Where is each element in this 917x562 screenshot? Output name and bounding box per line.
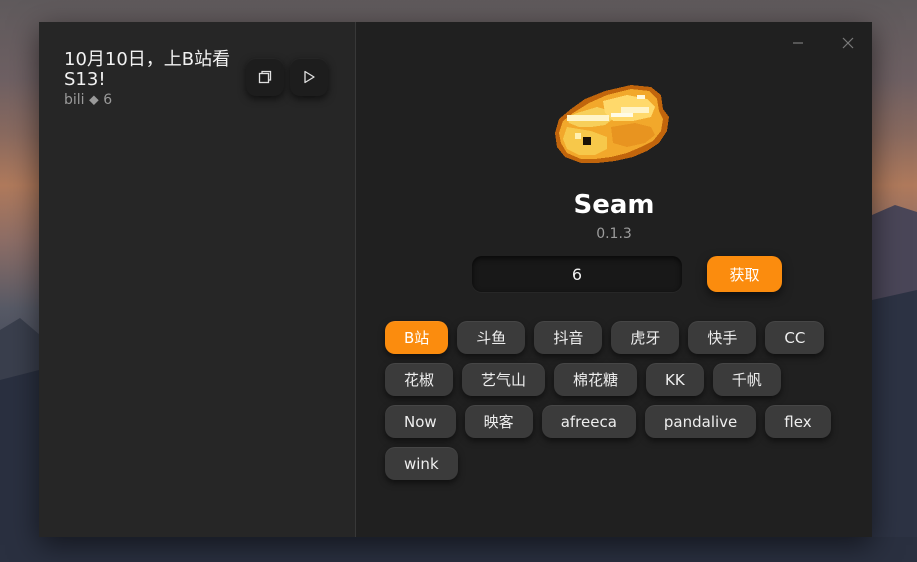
- app-name: Seam: [573, 190, 655, 220]
- gold-ingot-logo: [555, 85, 669, 163]
- platform-selector: B站 斗鱼 抖音 虎牙 快手 CC 花椒 艺气山 棉花糖 KK 千帆 Now 映客 afreeca pand…: [385, 321, 845, 480]
- platform-chip[interactable]: 斗鱼: [457, 321, 526, 354]
- fetch-button[interactable]: 获取: [707, 256, 782, 292]
- platform-chip[interactable]: flex: [765, 405, 831, 438]
- sidebar: 10月10日，上B站看S13! bili ⬥ 6: [39, 22, 356, 537]
- platform-chip[interactable]: 快手: [688, 321, 757, 354]
- app-window: 10月10日，上B站看S13! bili ⬥ 6 Seam 0.1.3 6 获取…: [39, 22, 872, 537]
- platform-chip[interactable]: 艺气山: [462, 363, 546, 396]
- close-icon[interactable]: [840, 35, 856, 51]
- play-button[interactable]: [290, 58, 328, 96]
- platform-chip[interactable]: Now: [385, 405, 456, 438]
- platform-chip[interactable]: 虎牙: [611, 321, 680, 354]
- play-icon: [304, 70, 315, 84]
- platform-chip[interactable]: wink: [385, 447, 458, 480]
- platform-chip[interactable]: CC: [765, 321, 825, 354]
- platform-chip[interactable]: pandalive: [644, 405, 757, 438]
- history-item-meta: bili ⬥ 6: [64, 92, 113, 108]
- platform-chip[interactable]: 花椒: [385, 363, 454, 396]
- minimize-icon[interactable]: [790, 35, 806, 51]
- platform-chip[interactable]: afreeca: [541, 405, 636, 438]
- app-version: 0.1.3: [596, 226, 632, 242]
- copy-button[interactable]: [246, 58, 284, 96]
- platform-chip[interactable]: KK: [646, 363, 704, 396]
- platform-chip[interactable]: 映客: [464, 405, 533, 438]
- platform-chip[interactable]: 棉花糖: [554, 363, 638, 396]
- copy-icon: [258, 70, 272, 84]
- room-id-input[interactable]: [472, 256, 682, 292]
- platform-chip[interactable]: 千帆: [712, 363, 781, 396]
- platform-chip[interactable]: 抖音: [534, 321, 603, 354]
- platform-chip[interactable]: B站: [385, 321, 449, 354]
- history-item-title[interactable]: 10月10日，上B站看S13!: [64, 50, 234, 90]
